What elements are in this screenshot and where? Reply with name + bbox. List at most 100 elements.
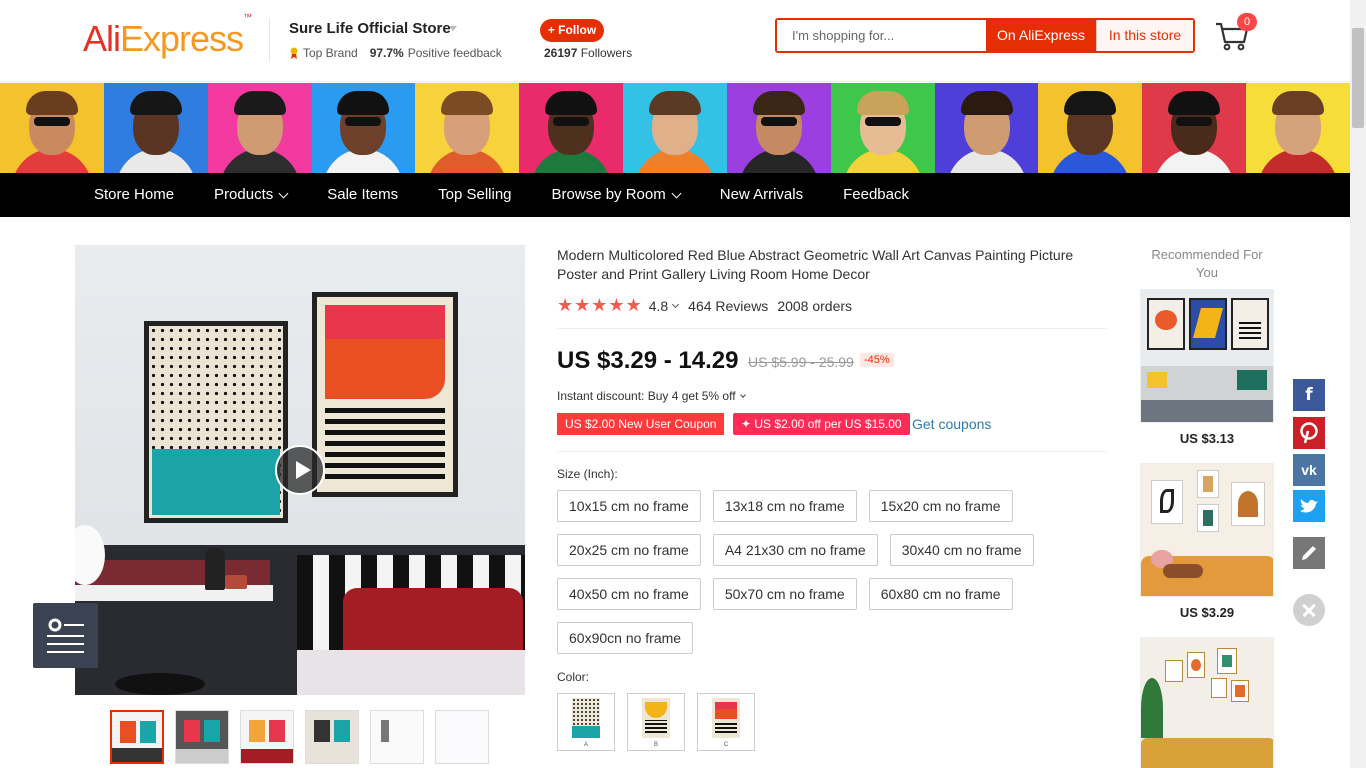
vk-icon[interactable]: vk	[1293, 454, 1325, 486]
color-option-label: C	[723, 742, 729, 748]
nav-sale-items[interactable]: Sale Items	[307, 173, 418, 217]
price: US $3.29 - 14.29	[557, 347, 739, 374]
nav-label: New Arrivals	[719, 186, 804, 203]
logo-tm: ™	[243, 12, 252, 22]
product-title: Modern Multicolored Red Blue Abstract Ge…	[557, 247, 1074, 282]
size-option[interactable]: 30x40 cm no frame	[889, 534, 1034, 566]
nav-label: Feedback	[843, 186, 909, 203]
nav-label: Products	[214, 186, 274, 203]
nav-label: Browse by Room	[551, 186, 666, 203]
banner-tile	[207, 83, 312, 173]
nav-label: Store Home	[94, 186, 175, 203]
positive-feedback-label: Positive feedback	[407, 46, 502, 60]
rating-score[interactable]: 4.8	[649, 298, 668, 314]
recommended-item-image[interactable]	[1140, 463, 1274, 597]
orders-count: 2008 orders	[777, 297, 853, 314]
image-radio	[225, 575, 247, 589]
chevron-down-icon	[739, 391, 746, 398]
thumbnail[interactable]	[175, 710, 229, 764]
banner-tile	[830, 83, 935, 173]
size-option[interactable]: 60x80 cm no frame	[868, 578, 1013, 610]
search-input[interactable]	[777, 20, 986, 51]
size-option[interactable]: 40x50 cm no frame	[557, 578, 701, 610]
search-store-button[interactable]: In this store	[1096, 20, 1193, 51]
size-option[interactable]: 13x18 cm no frame	[712, 490, 857, 522]
thumbnail[interactable]	[240, 710, 294, 764]
artwork-frame-left	[144, 321, 288, 523]
nav-new-arrivals[interactable]: New Arrivals	[700, 173, 823, 217]
nav-top-selling[interactable]: Top Selling	[418, 173, 531, 217]
store-banner	[0, 83, 1350, 173]
product-main-image[interactable]	[75, 245, 525, 695]
size-option[interactable]: A4 21x30 cm no frame	[712, 534, 878, 566]
discount-badge: -45%	[860, 353, 894, 367]
color-option[interactable]: C	[697, 693, 755, 751]
recommended-item-image[interactable]	[1140, 637, 1274, 768]
pinterest-icon[interactable]	[1293, 417, 1325, 449]
reviews-count[interactable]: 464 Reviews	[688, 298, 768, 314]
recommended-item-price[interactable]: US $3.13	[1140, 431, 1274, 446]
header-divider	[269, 18, 270, 62]
scrollbar-thumb[interactable]	[1352, 28, 1364, 128]
logo-express: Express	[120, 18, 244, 59]
store-header: AliExpress™ Sure Life Official Store Top…	[0, 0, 1350, 82]
nav-feedback[interactable]: Feedback	[823, 173, 929, 217]
search-bar: On AliExpress In this store	[775, 18, 1195, 53]
banner-tile	[1038, 83, 1143, 173]
nav-products[interactable]: Products	[194, 173, 307, 217]
thumbnail[interactable]	[435, 710, 489, 764]
nav-store-home[interactable]: Store Home	[74, 173, 194, 217]
twitter-icon[interactable]	[1293, 490, 1325, 522]
banner-tile	[519, 83, 624, 173]
store-dropdown-icon[interactable]	[449, 26, 457, 31]
nav-label: Sale Items	[327, 186, 399, 203]
color-option[interactable]: B	[627, 693, 685, 751]
nav-browse-by-room[interactable]: Browse by Room	[532, 173, 700, 217]
chevron-down-icon	[278, 188, 289, 198]
divider	[557, 451, 1107, 452]
size-option[interactable]: 50x70 cm no frame	[712, 578, 857, 610]
top-brand-label: Top Brand	[303, 46, 358, 60]
thumbnail[interactable]	[110, 710, 164, 764]
search-aliexpress-button[interactable]: On AliExpress	[986, 20, 1096, 51]
get-coupons-link[interactable]: Get coupons	[912, 416, 991, 432]
instant-discount-text: Instant discount: Buy 4 get 5% off	[557, 389, 736, 403]
color-label: Color:	[557, 670, 590, 684]
banner-tile	[726, 83, 831, 173]
store-name[interactable]: Sure Life Official Store	[289, 20, 451, 37]
nav-label: Top Selling	[438, 186, 512, 203]
instant-discount[interactable]: Instant discount: Buy 4 get 5% off	[557, 389, 746, 403]
aliexpress-logo[interactable]: AliExpress™	[83, 12, 252, 60]
new-user-coupon[interactable]: US $2.00 New User Coupon	[557, 413, 725, 435]
chevron-down-icon[interactable]	[672, 300, 680, 308]
store-meta: Top Brand 97.7% Positive feedback	[289, 46, 502, 60]
size-option[interactable]: 15x20 cm no frame	[868, 490, 1013, 522]
thumbnail[interactable]	[305, 710, 359, 764]
follow-button[interactable]: + Follow	[540, 19, 604, 42]
size-option[interactable]: 60x90cn no frame	[557, 622, 694, 654]
thumbnail[interactable]	[370, 710, 424, 764]
chevron-down-icon	[671, 188, 682, 198]
edit-icon[interactable]	[1293, 537, 1325, 569]
banner-tile	[311, 83, 416, 173]
play-icon[interactable]	[275, 445, 325, 495]
image-stool	[115, 673, 205, 695]
banner-tile	[103, 83, 208, 173]
followers-count: 26197	[544, 46, 578, 60]
store-coupon[interactable]: ✦ US $2.00 off per US $15.00	[733, 413, 910, 435]
size-option[interactable]: 20x25 cm no frame	[557, 534, 701, 566]
facebook-icon[interactable]: f	[1293, 379, 1325, 411]
banner-tile	[1142, 83, 1247, 173]
banner-tile	[934, 83, 1039, 173]
size-option[interactable]: 10x15 cm no frame	[557, 490, 701, 522]
banner-tile	[415, 83, 520, 173]
positive-feedback-pct: 97.7%	[369, 46, 404, 60]
settings-list-icon[interactable]	[33, 603, 98, 668]
recommended-item-image[interactable]	[1140, 289, 1274, 423]
recommended-item-price[interactable]: US $3.29	[1140, 605, 1274, 620]
color-option[interactable]: A	[557, 693, 615, 751]
followers-label: Followers	[580, 46, 633, 60]
banner-tile	[623, 83, 727, 173]
image-lamp	[205, 548, 225, 590]
close-icon[interactable]	[1293, 594, 1325, 626]
